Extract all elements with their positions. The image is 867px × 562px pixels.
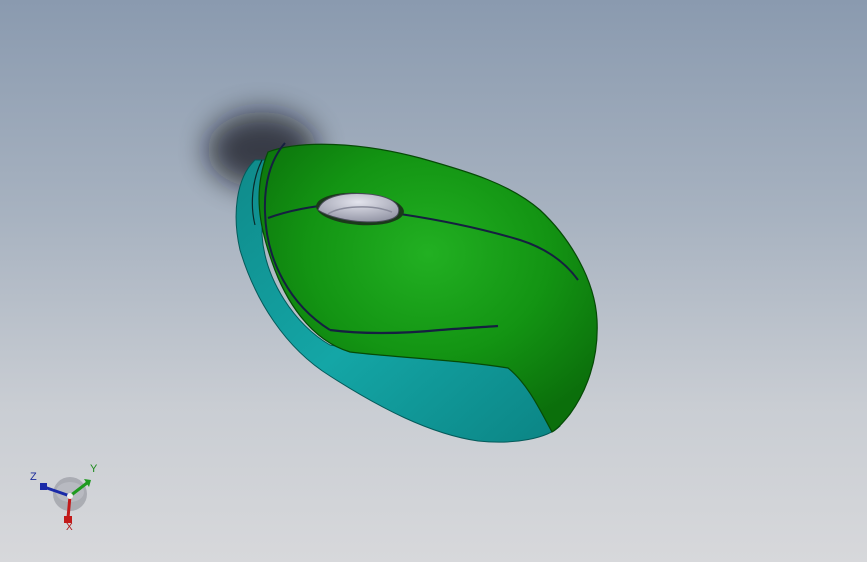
triad-y-label: Y xyxy=(90,463,98,475)
mouse-model[interactable] xyxy=(0,0,867,562)
graphics-viewport[interactable]: Z Y X xyxy=(0,0,867,562)
view-orientation-triad[interactable]: Z Y X xyxy=(28,462,108,534)
triad-x-label: X xyxy=(66,522,73,533)
triad-z-label: Z xyxy=(30,471,37,483)
